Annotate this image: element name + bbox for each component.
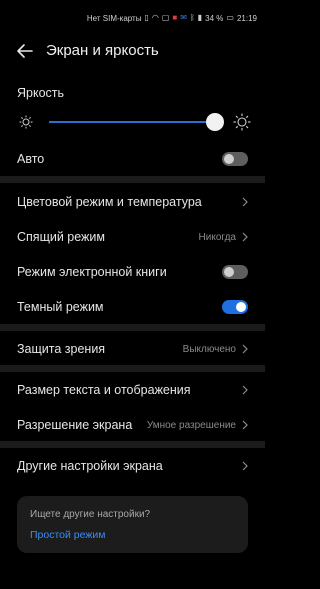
eye-comfort-label: Защита зрения — [17, 342, 106, 356]
toggle-knob — [224, 154, 234, 164]
chevron-right-icon — [242, 344, 248, 354]
ebook-mode-label: Режим электронной книги — [17, 265, 167, 279]
text-size-row[interactable]: Размер текста и отображения — [17, 378, 248, 402]
divider — [0, 441, 265, 448]
chevron-right-icon — [242, 232, 248, 242]
color-mode-label: Цветовой режим и температура — [17, 195, 202, 209]
divider — [0, 176, 265, 183]
brightness-label: Яркость — [17, 86, 65, 100]
status-bar: Нет SIM-карты ▯ ◠ ▢ ■ ✉ ᛒ ▮ 34 % ▭ 21:19 — [0, 0, 265, 36]
carrier-text: Нет SIM-карты — [86, 13, 142, 23]
mail-icon: ✉ — [180, 13, 187, 22]
suggestion-question: Ищете другие настройки? — [30, 509, 151, 520]
other-settings-row[interactable]: Другие настройки экрана — [17, 454, 248, 478]
sleep-row[interactable]: Спящий режим Никогда — [17, 225, 248, 249]
ebook-mode-toggle[interactable] — [222, 265, 248, 279]
toggle-knob — [236, 302, 246, 312]
chevron-right-icon — [242, 420, 248, 430]
page-title: Экран и яркость — [46, 42, 159, 59]
sim-icon: ▯ — [144, 13, 149, 22]
divider — [0, 365, 265, 372]
resolution-row[interactable]: Разрешение экрана Умное разрешение — [17, 413, 248, 437]
auto-brightness-toggle[interactable] — [222, 152, 248, 166]
battery-text: 34 % — [205, 13, 224, 23]
high-brightness-icon — [233, 113, 251, 131]
text-size-label: Размер текста и отображения — [17, 383, 191, 397]
color-mode-row[interactable]: Цветовой режим и температура — [17, 190, 248, 214]
sleep-label: Спящий режим — [17, 230, 105, 244]
eye-comfort-value-group: Выключено — [183, 344, 248, 355]
chevron-right-icon — [242, 197, 248, 207]
brightness-slider[interactable] — [17, 110, 251, 134]
sleep-value-group: Никогда — [199, 232, 248, 243]
brightness-track[interactable] — [49, 121, 217, 123]
brightness-label-row: Яркость — [17, 81, 248, 105]
chevron-right-icon — [242, 385, 248, 395]
auto-brightness-label: Авто — [17, 152, 45, 166]
divider — [0, 324, 265, 331]
dark-mode-toggle[interactable] — [222, 300, 248, 314]
eye-comfort-value: Выключено — [182, 343, 236, 355]
app-notification-icon: ■ — [172, 13, 178, 22]
dark-mode-row[interactable]: Темный режим — [17, 295, 248, 319]
simple-mode-link[interactable]: Простой режим — [30, 529, 105, 541]
clock: 21:19 — [236, 13, 257, 23]
suggestion-card: Ищете другие настройки? Простой режим — [17, 496, 248, 553]
vibrate-icon: ▮ — [197, 13, 203, 22]
resolution-label: Разрешение экрана — [17, 418, 133, 432]
header: Экран и яркость — [0, 36, 265, 66]
chevron-right-icon — [242, 461, 248, 471]
resolution-value: Умное разрешение — [146, 419, 236, 431]
ebook-mode-row[interactable]: Режим электронной книги — [17, 260, 248, 284]
dark-mode-label: Темный режим — [17, 300, 104, 314]
auto-brightness-row[interactable]: Авто — [17, 147, 248, 171]
toggle-knob — [224, 267, 234, 277]
brightness-thumb[interactable] — [206, 113, 224, 131]
back-arrow-icon[interactable] — [16, 42, 34, 60]
other-settings-label: Другие настройки экрана — [17, 459, 163, 473]
eye-comfort-row[interactable]: Защита зрения Выключено — [17, 337, 248, 361]
notification-icon: ▢ — [161, 13, 170, 22]
low-brightness-icon — [19, 115, 33, 129]
bluetooth-icon: ᛒ — [189, 13, 195, 22]
battery-icon: ▭ — [226, 13, 234, 22]
wifi-icon: ◠ — [151, 13, 159, 22]
resolution-value-group: Умное разрешение — [147, 420, 248, 431]
sleep-value: Никогда — [198, 231, 236, 243]
